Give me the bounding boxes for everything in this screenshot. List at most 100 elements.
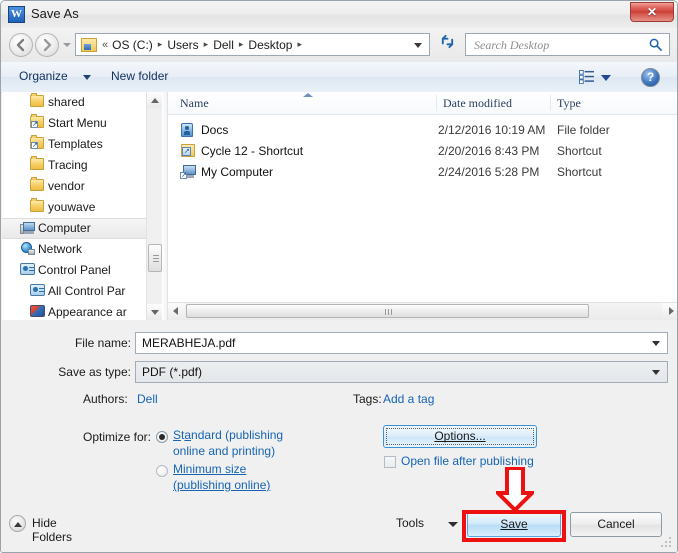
view-chevron-down-icon[interactable] [601, 75, 611, 81]
save-as-dialog: W Save As ✕ « OS (C:) ▸ Users ▸ Dell ▸ D… [0, 0, 678, 553]
search-box[interactable]: Search Desktop [465, 33, 670, 56]
options-focus-rect [386, 428, 534, 445]
save-as-type-select[interactable]: PDF (*.pdf) [135, 361, 668, 383]
file-date-cell: 2/12/2016 10:19 AM [438, 123, 546, 137]
navigation-pane: shared ↗ Start Menu ↗ Templates Tracing vendor… [2, 92, 162, 320]
sidebar-item-network[interactable]: Network [2, 239, 162, 260]
open-file-after-publishing-label[interactable]: Open file after publishing [401, 454, 534, 468]
radio-minimum-size-label[interactable]: Minimum size (publishing online) [173, 461, 343, 493]
scroll-down-arrow-icon[interactable] [147, 304, 163, 320]
sidebar-item-label: Computer [38, 221, 91, 235]
collapse-up-icon [9, 515, 26, 532]
organize-button[interactable]: Organize [19, 69, 68, 83]
column-header-date-modified[interactable]: Date modified [443, 96, 512, 111]
refresh-button[interactable] [435, 33, 459, 56]
sidebar-item-all-control-par[interactable]: All Control Par [2, 281, 162, 302]
radio-standard[interactable] [156, 431, 168, 443]
file-name-input[interactable]: MERABHEJA.pdf [135, 332, 668, 354]
open-file-after-publishing-checkbox[interactable] [384, 456, 396, 468]
scrollbar-thumb[interactable] [148, 244, 162, 272]
breadcrumb-chevron-1[interactable]: ▸ [201, 39, 212, 50]
resize-grip-icon[interactable] [661, 537, 673, 549]
table-row[interactable]: ↗ Cycle 12 - Shortcut 2/20/2016 8:43 PM … [168, 141, 677, 161]
control-panel-icon [30, 284, 45, 296]
computer-folder-icon [81, 37, 97, 52]
breadcrumb-item-3[interactable]: Desktop [246, 38, 294, 52]
search-icon [649, 38, 662, 51]
window-title: Save As [31, 6, 79, 21]
file-name-chevron-down-icon[interactable] [652, 341, 660, 346]
command-bar: Organize New folder ? [1, 62, 677, 93]
sidebar-item-label: Control Panel [38, 263, 111, 277]
tools-button[interactable]: Tools [396, 516, 424, 530]
forward-button[interactable] [35, 33, 59, 57]
scroll-up-arrow-icon[interactable] [147, 92, 163, 108]
add-a-tag-link[interactable]: Add a tag [383, 392, 434, 406]
file-list-pane: Name Date modified Type Docs 2/12/2016 1… [167, 92, 677, 320]
address-bar[interactable]: « OS (C:) ▸ Users ▸ Dell ▸ Desktop ▸ [75, 33, 430, 56]
red-down-arrow-annotation [496, 467, 534, 511]
sidebar-item-vendor[interactable]: vendor [2, 176, 162, 197]
sidebar-item-label: Start Menu [48, 116, 107, 130]
tags-label: Tags: [353, 392, 382, 406]
authors-label: Authors: [83, 392, 128, 406]
breadcrumb-chevron-3[interactable]: ▸ [294, 39, 305, 50]
sidebar-item-label: Templates [48, 137, 103, 151]
radio-standard-label[interactable]: Standard (publishing online and printing… [173, 427, 343, 459]
breadcrumb-item-2[interactable]: Dell [211, 38, 236, 52]
file-name-label: File name: [74, 336, 131, 350]
cancel-button[interactable]: Cancel [570, 512, 662, 537]
close-button[interactable]: ✕ [630, 2, 674, 22]
search-input[interactable]: Search Desktop [474, 38, 549, 53]
scroll-right-arrow-icon[interactable] [662, 303, 677, 319]
history-dropdown-icon[interactable] [63, 43, 71, 47]
navigation-pane-scrollbar[interactable] [146, 92, 163, 320]
radio-standard-line1: Standard (publishing [173, 428, 284, 442]
sidebar-item-youwave[interactable]: youwave [2, 197, 162, 218]
organize-chevron-down-icon[interactable] [83, 75, 91, 80]
refresh-icon [441, 34, 453, 49]
radio-minimum-size[interactable] [156, 465, 168, 477]
sidebar-item-tracing[interactable]: Tracing [2, 155, 162, 176]
help-icon[interactable]: ? [641, 68, 660, 87]
save-as-type-chevron-down-icon[interactable] [652, 370, 660, 375]
file-list-header: Name Date modified Type [168, 92, 677, 115]
save-as-type-label: Save as type: [58, 365, 131, 379]
horizontal-scrollbar-thumb[interactable] [186, 304, 589, 318]
back-button[interactable] [9, 33, 33, 57]
options-button[interactable]: Options... [383, 425, 537, 448]
folder-icon [30, 177, 44, 191]
breadcrumb-chevron-0[interactable]: ▸ [155, 39, 166, 50]
sidebar-item-templates[interactable]: ↗ Templates [2, 134, 162, 155]
scroll-left-arrow-icon[interactable] [168, 303, 185, 319]
sidebar-item-appearance-ar[interactable]: Appearance ar [2, 302, 162, 320]
breadcrumb-chevron-2[interactable]: ▸ [236, 39, 247, 50]
save-button-annotation-highlight [462, 510, 566, 542]
radio-minimum-size-line1: Minimum size [173, 462, 247, 476]
sidebar-item-label: Appearance ar [48, 305, 127, 319]
list-view-icon[interactable] [579, 70, 594, 84]
sidebar-item-start-menu[interactable]: ↗ Start Menu [2, 113, 162, 134]
title-bar: W Save As ✕ [1, 1, 677, 29]
breadcrumb-item-1[interactable]: Users [165, 38, 200, 52]
sidebar-item-control-panel[interactable]: Control Panel [2, 260, 162, 281]
tools-chevron-down-icon[interactable] [448, 522, 458, 527]
docs-folder-icon [181, 123, 193, 137]
sidebar-item-computer[interactable]: Computer [2, 218, 162, 239]
new-folder-button[interactable]: New folder [111, 69, 168, 83]
table-row[interactable]: ↗ My Computer 2/24/2016 5:28 PM Shortcut [168, 162, 677, 182]
authors-value[interactable]: Dell [137, 392, 158, 406]
save-as-type-value: PDF (*.pdf) [142, 365, 203, 379]
column-header-name[interactable]: Name [180, 96, 209, 111]
file-type-cell: Shortcut [557, 144, 602, 158]
breadcrumb-item-0[interactable]: OS (C:) [110, 38, 155, 52]
file-name-value: MERABHEJA.pdf [142, 336, 236, 350]
back-arrow-icon [16, 38, 25, 52]
address-dropdown-icon[interactable] [414, 43, 422, 48]
column-header-type[interactable]: Type [557, 96, 581, 111]
breadcrumb-overflow[interactable]: « [97, 39, 110, 51]
file-list-horizontal-scrollbar[interactable] [168, 302, 677, 320]
folder-icon [30, 198, 44, 212]
sidebar-item-shared[interactable]: shared [2, 92, 162, 113]
table-row[interactable]: Docs 2/12/2016 10:19 AM File folder [168, 120, 677, 140]
